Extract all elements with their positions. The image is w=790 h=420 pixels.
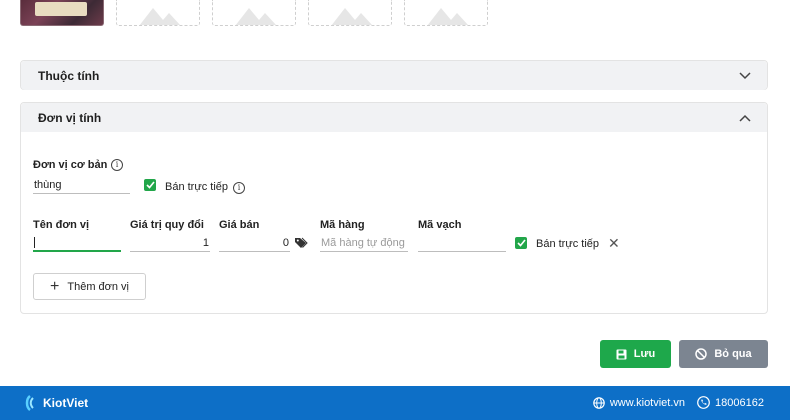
add-unit-label: Thêm đơn vị [67,280,129,293]
product-form-page: Thuộc tính Đơn vị tính Đơn vị cơ bản i t… [0,0,790,420]
product-image-thumbnail[interactable] [20,0,104,26]
chevron-up-icon[interactable] [739,112,751,124]
brand-name: KiotViet [43,396,89,410]
skip-label: Bỏ qua [714,348,752,360]
save-label: Lưu [633,348,656,360]
ban-icon [695,348,708,360]
floppy-disk-icon [616,349,627,359]
row-direct-sale-label: Bán trực tiếp [536,238,600,250]
add-unit-button[interactable]: + Thêm đơn vị [33,273,146,300]
price-tag-icon[interactable] [294,236,308,254]
image-placeholder-slot[interactable] [116,0,200,26]
phone-text: 18006162 [715,396,764,409]
unit-panel-header[interactable]: Đơn vị tính [21,103,767,132]
attributes-panel-header[interactable]: Thuộc tính [21,61,767,90]
price-input[interactable]: 0 [219,234,290,252]
image-placeholder-icon [235,8,277,25]
website-text: www.kiotviet.vn [609,396,686,409]
col-price: Giá bán [219,219,260,231]
chevron-down-icon[interactable] [739,70,751,82]
image-placeholder-slot[interactable] [212,0,296,26]
image-strip [20,0,488,26]
globe-icon [593,396,605,409]
attributes-panel-title: Thuộc tính [38,68,100,83]
kiotviet-logo-icon [25,395,34,411]
conversion-value: 1 [202,236,209,249]
unit-name-input[interactable] [33,234,121,252]
phone-icon [697,396,710,409]
col-conversion: Giá trị quy đổi [130,219,204,231]
checkmark-icon [145,181,155,189]
barcode-input[interactable] [418,234,506,252]
product-code-placeholder: Mã hàng tự động [321,236,405,249]
row-direct-sale-checkbox[interactable] [515,237,527,249]
info-icon[interactable]: i [233,182,245,194]
save-button[interactable]: Lưu [600,340,671,368]
direct-sale-checkbox[interactable] [144,179,156,191]
text-cursor [34,236,35,248]
price-value: 0 [282,236,289,249]
image-placeholder-icon [331,8,373,25]
info-icon[interactable]: i [111,159,123,171]
image-placeholder-slot[interactable] [404,0,488,26]
col-unit-name: Tên đơn vị [33,219,90,231]
remove-row-close-icon[interactable]: ✕ [608,236,620,250]
skip-button[interactable]: Bỏ qua [679,340,768,368]
brand-logo[interactable]: KiotViet [24,395,88,411]
plus-icon: + [50,277,60,295]
phone-link[interactable]: 18006162 [697,396,764,409]
image-placeholder-icon [139,8,181,25]
base-unit-input[interactable]: thùng [33,176,130,194]
col-barcode: Mã vạch [418,219,462,231]
website-link[interactable]: www.kiotviet.vn [593,397,685,409]
attributes-panel: Thuộc tính [20,60,768,90]
col-code: Mã hàng [320,219,365,231]
image-placeholder-icon [427,8,469,25]
product-code-input[interactable]: Mã hàng tự động [320,234,408,252]
checkmark-icon [516,239,526,247]
base-unit-value: thùng [34,178,62,191]
base-unit-label: Đơn vị cơ bản [33,159,108,171]
direct-sale-label: Bán trực tiếp [165,181,229,193]
conversion-input[interactable]: 1 [130,234,210,252]
unit-panel-title: Đơn vị tính [38,110,102,125]
footer-contacts: www.kiotviet.vn 18006162 [593,396,764,409]
footer-bar: KiotViet www.kiotviet.vn 18006162 [0,386,790,420]
image-placeholder-slot[interactable] [308,0,392,26]
